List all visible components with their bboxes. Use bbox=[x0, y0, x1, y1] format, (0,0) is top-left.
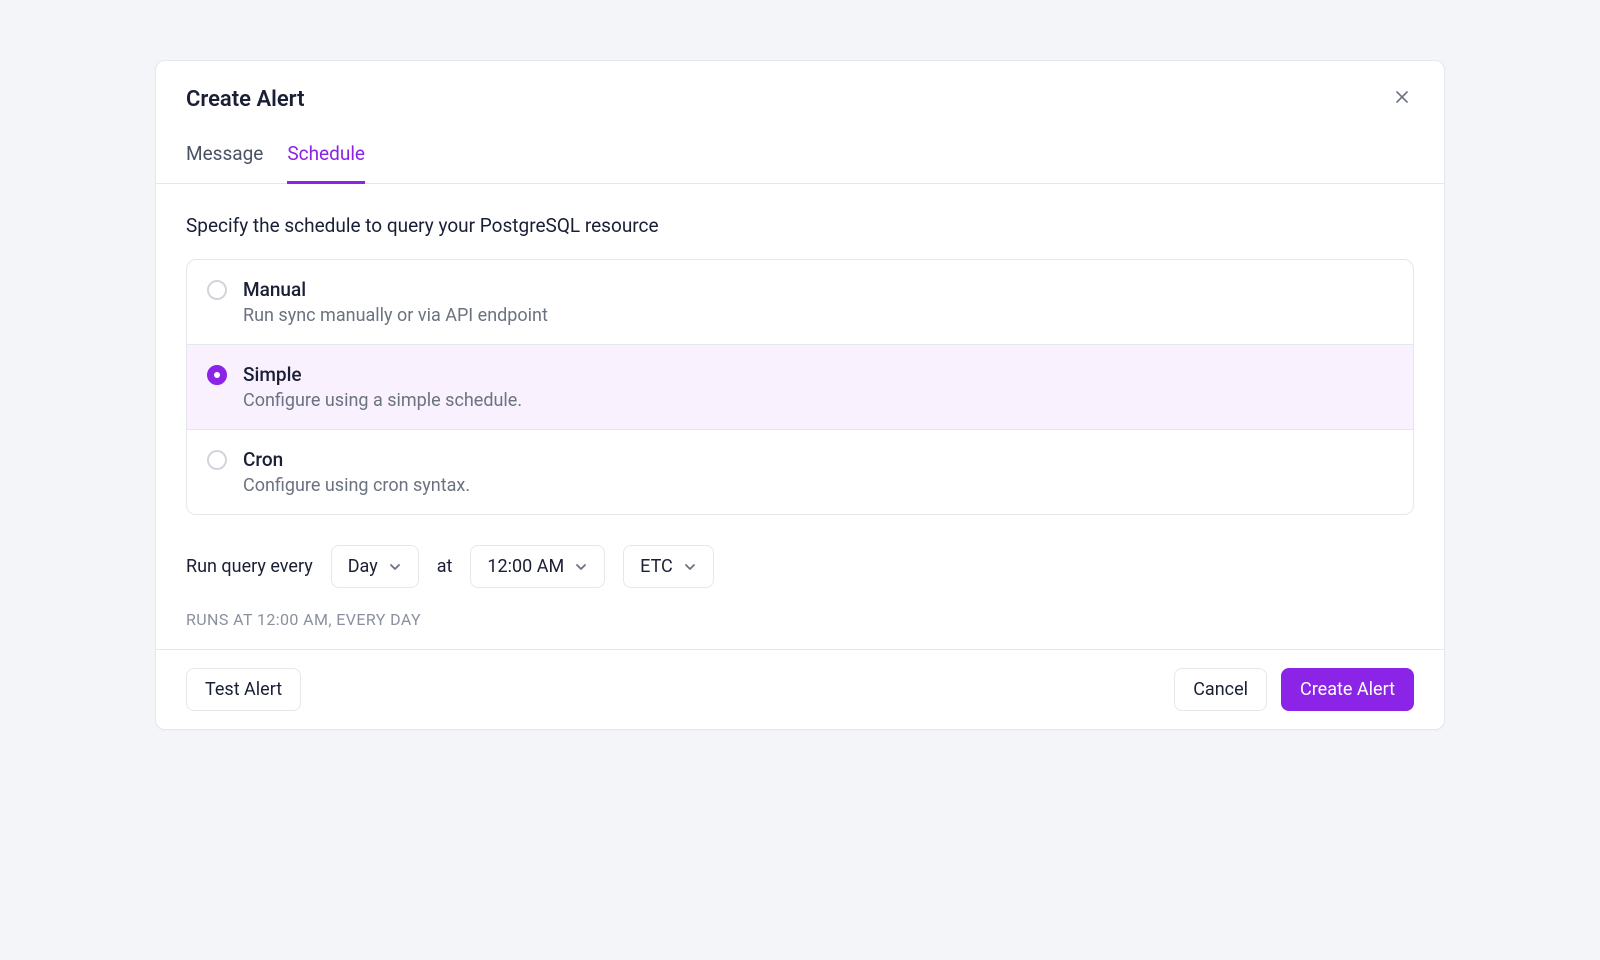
schedule-option-manual[interactable]: Manual Run sync manually or via API endp… bbox=[187, 260, 1413, 344]
option-text: Manual Run sync manually or via API endp… bbox=[243, 278, 1393, 326]
footer-right-group: Cancel Create Alert bbox=[1174, 668, 1414, 711]
schedule-summary: RUNS AT 12:00 AM, EVERY DAY bbox=[186, 610, 1414, 629]
modal-header: Create Alert Message Schedule bbox=[156, 61, 1444, 184]
at-label: at bbox=[437, 556, 453, 577]
option-desc: Configure using a simple schedule. bbox=[243, 390, 1393, 411]
cancel-button[interactable]: Cancel bbox=[1174, 668, 1267, 711]
create-alert-button[interactable]: Create Alert bbox=[1281, 668, 1414, 711]
schedule-option-simple[interactable]: Simple Configure using a simple schedule… bbox=[187, 344, 1413, 429]
chevron-down-icon bbox=[388, 560, 402, 574]
time-value: 12:00 AM bbox=[487, 556, 564, 577]
option-desc: Run sync manually or via API endpoint bbox=[243, 305, 1393, 326]
option-text: Cron Configure using cron syntax. bbox=[243, 448, 1393, 496]
modal-footer: Test Alert Cancel Create Alert bbox=[156, 649, 1444, 729]
schedule-type-list: Manual Run sync manually or via API endp… bbox=[186, 259, 1414, 515]
radio-icon bbox=[207, 450, 227, 470]
timezone-dropdown[interactable]: ETC bbox=[623, 545, 714, 588]
radio-icon bbox=[207, 280, 227, 300]
interval-dropdown[interactable]: Day bbox=[331, 545, 419, 588]
tab-message[interactable]: Message bbox=[186, 130, 263, 184]
option-desc: Configure using cron syntax. bbox=[243, 475, 1393, 496]
schedule-instruction: Specify the schedule to query your Postg… bbox=[186, 214, 1414, 237]
option-title: Simple bbox=[243, 363, 1393, 386]
radio-icon bbox=[207, 365, 227, 385]
interval-value: Day bbox=[348, 556, 378, 577]
modal-title: Create Alert bbox=[186, 87, 1414, 112]
close-button[interactable] bbox=[1390, 87, 1414, 111]
tab-schedule[interactable]: Schedule bbox=[287, 130, 365, 184]
close-icon bbox=[1394, 89, 1410, 110]
run-query-label: Run query every bbox=[186, 556, 313, 577]
test-alert-button[interactable]: Test Alert bbox=[186, 668, 301, 711]
chevron-down-icon bbox=[683, 560, 697, 574]
modal-body: Specify the schedule to query your Postg… bbox=[156, 184, 1444, 649]
simple-schedule-row: Run query every Day at 12:00 AM ETC bbox=[186, 545, 1414, 588]
option-title: Cron bbox=[243, 448, 1393, 471]
option-text: Simple Configure using a simple schedule… bbox=[243, 363, 1393, 411]
option-title: Manual bbox=[243, 278, 1393, 301]
schedule-option-cron[interactable]: Cron Configure using cron syntax. bbox=[187, 429, 1413, 514]
timezone-value: ETC bbox=[640, 556, 673, 577]
tab-bar: Message Schedule bbox=[156, 130, 1444, 184]
chevron-down-icon bbox=[574, 560, 588, 574]
time-dropdown[interactable]: 12:00 AM bbox=[470, 545, 605, 588]
create-alert-modal: Create Alert Message Schedule Specify th… bbox=[155, 60, 1445, 730]
